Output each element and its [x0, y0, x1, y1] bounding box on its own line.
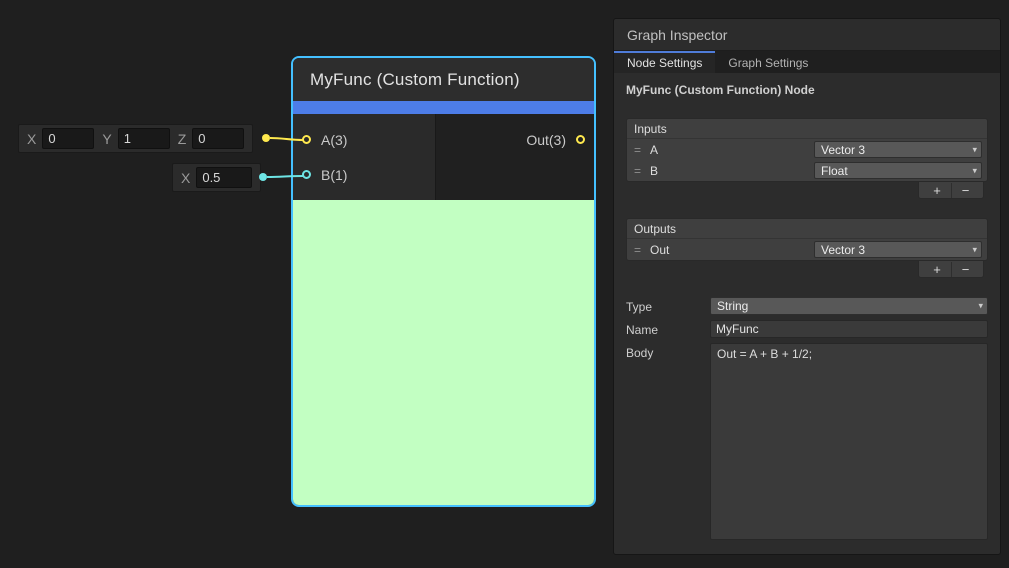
node-preview	[293, 200, 594, 505]
z-field-label: Z	[178, 131, 187, 147]
output-row-out[interactable]: = Out Vector 3 ▾	[627, 239, 987, 260]
outputs-list: Outputs = Out Vector 3 ▾	[626, 218, 988, 261]
myfunc-node[interactable]: MyFunc (Custom Function) A(3) B(1) Out(3…	[291, 56, 596, 507]
type-label: Type	[626, 297, 710, 314]
tab-graph-settings[interactable]: Graph Settings	[715, 51, 821, 73]
drag-handle-icon[interactable]: =	[634, 143, 650, 157]
drag-handle-icon[interactable]: =	[634, 243, 650, 257]
name-row: Name	[626, 320, 988, 338]
node-title: MyFunc (Custom Function)	[310, 70, 520, 90]
outputs-list-footer: + −	[626, 261, 988, 278]
input-a-type-dropdown[interactable]: Vector 3 ▾	[814, 141, 982, 158]
input-port-a-icon[interactable]	[302, 135, 311, 144]
output-ports-column: Out(3)	[436, 114, 594, 200]
node-accent-bar	[293, 101, 594, 114]
x-field-label: X	[27, 131, 36, 147]
x-field-input[interactable]	[42, 128, 94, 149]
chevron-down-icon: ▾	[972, 165, 977, 176]
inputs-section: Inputs = A Vector 3 ▾ = B Float ▾	[626, 118, 988, 199]
port-b-label: B(1)	[321, 167, 347, 183]
remove-output-button[interactable]: −	[951, 262, 979, 277]
remove-input-button[interactable]: −	[951, 183, 979, 198]
add-input-button[interactable]: +	[923, 183, 951, 198]
output-out-type-value: Vector 3	[821, 243, 865, 257]
z-field-input[interactable]	[192, 128, 244, 149]
inspector-header[interactable]: Graph Inspector	[614, 19, 1000, 51]
port-out-label: Out(3)	[526, 132, 566, 148]
name-input[interactable]	[710, 320, 988, 338]
x-field-label: X	[181, 170, 190, 186]
drag-handle-icon[interactable]: =	[634, 164, 650, 178]
inspector-title: Graph Inspector	[627, 27, 727, 43]
output-out-name: Out	[650, 243, 814, 257]
node-title-bar[interactable]: MyFunc (Custom Function)	[293, 58, 594, 101]
type-row: Type String ▾	[626, 297, 988, 315]
graph-inspector-panel: Graph Inspector Node Settings Graph Sett…	[613, 18, 1001, 555]
input-b-type-dropdown[interactable]: Float ▾	[814, 162, 982, 179]
float-field-input[interactable]	[196, 167, 252, 188]
inputs-list-footer: + −	[626, 182, 988, 199]
port-row-b: B(1)	[293, 157, 435, 192]
name-label: Name	[626, 320, 710, 337]
output-port-out-icon[interactable]	[576, 135, 585, 144]
inspector-tab-bar: Node Settings Graph Settings	[614, 51, 1000, 73]
body-label: Body	[626, 343, 710, 360]
input-port-b-icon[interactable]	[302, 170, 311, 179]
body-row: Body Out = A + B + 1/2;	[626, 343, 988, 540]
chevron-down-icon: ▾	[978, 301, 983, 312]
chevron-down-icon: ▾	[972, 144, 977, 155]
input-b-name: B	[650, 164, 814, 178]
type-value: String	[717, 299, 748, 313]
inputs-list-title: Inputs	[627, 119, 987, 139]
input-a-name: A	[650, 143, 814, 157]
input-a-type-value: Vector 3	[821, 143, 865, 157]
float-connector-dot-icon[interactable]	[259, 173, 267, 181]
vector3-connector-dot-icon[interactable]	[262, 134, 270, 142]
port-a-label: A(3)	[321, 132, 347, 148]
input-row-b[interactable]: = B Float ▾	[627, 160, 987, 181]
chevron-down-icon: ▾	[972, 244, 977, 255]
y-field-input[interactable]	[118, 128, 170, 149]
outputs-list-title: Outputs	[627, 219, 987, 239]
output-out-type-dropdown[interactable]: Vector 3 ▾	[814, 241, 982, 258]
inputs-list: Inputs = A Vector 3 ▾ = B Float ▾	[626, 118, 988, 182]
type-dropdown[interactable]: String ▾	[710, 297, 988, 315]
y-field-label: Y	[102, 131, 111, 147]
outputs-section: Outputs = Out Vector 3 ▾ + −	[626, 218, 988, 278]
port-row-out: Out(3)	[517, 122, 594, 157]
node-settings-heading: MyFunc (Custom Function) Node	[626, 83, 988, 97]
tab-node-settings[interactable]: Node Settings	[614, 51, 715, 73]
node-port-area: A(3) B(1) Out(3)	[293, 114, 594, 200]
body-textarea[interactable]: Out = A + B + 1/2;	[710, 343, 988, 540]
vector3-port-input-widget: X Y Z	[18, 124, 253, 153]
add-output-button[interactable]: +	[923, 262, 951, 277]
inspector-content: MyFunc (Custom Function) Node Inputs = A…	[614, 73, 1000, 554]
input-row-a[interactable]: = A Vector 3 ▾	[627, 139, 987, 160]
input-b-type-value: Float	[821, 164, 848, 178]
float-port-input-widget: X	[172, 163, 261, 192]
port-row-a: A(3)	[293, 122, 435, 157]
input-ports-column: A(3) B(1)	[293, 114, 436, 200]
